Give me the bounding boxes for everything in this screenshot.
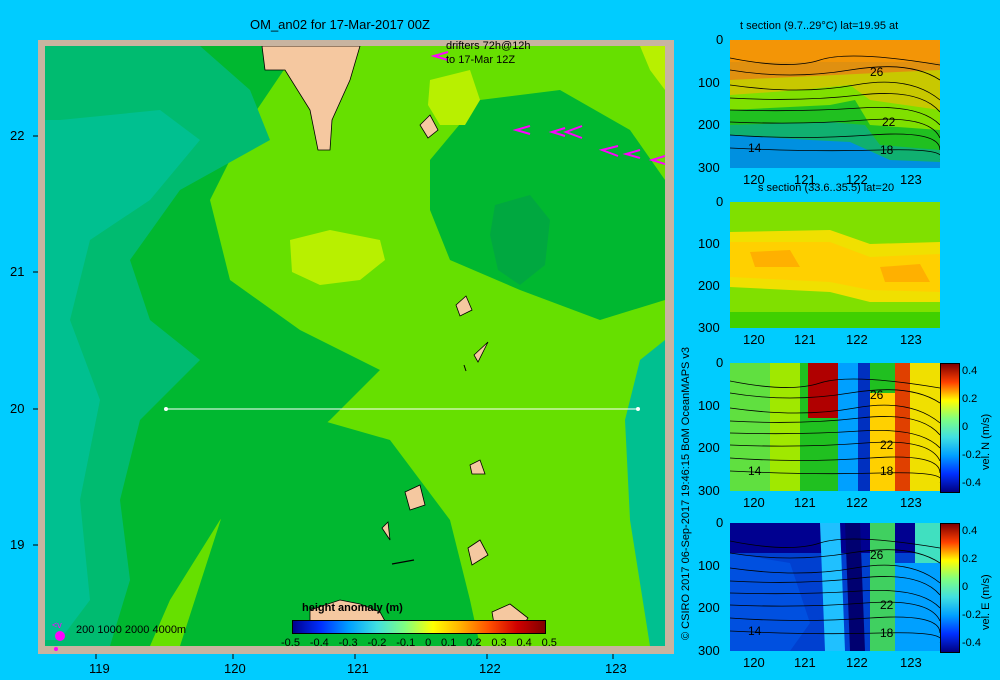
panel1-xtick: 120 — [743, 172, 765, 187]
lat-tick-22: 22 — [10, 128, 25, 143]
credit-text: © CSIRO 2017 06-Sep-2017 19:46:15 BoM Oc… — [680, 346, 692, 640]
depth-legend: 200 1000 2000 4000m — [76, 624, 187, 636]
lat-tick-20: 20 — [10, 401, 25, 416]
panel3-ytick: 300 — [698, 483, 720, 498]
vele-tick: 0 — [962, 581, 969, 593]
panel4-xtick: 122 — [846, 655, 868, 670]
lon-tick-122: 122 — [479, 661, 501, 676]
panel3-contour-22: 22 — [880, 438, 894, 452]
panel2-ytick: 100 — [698, 236, 720, 251]
panel4-ytick: 200 — [698, 600, 720, 616]
vele-tick: -0.4 — [962, 637, 981, 649]
panel2-ytick: 200 — [698, 278, 720, 293]
panel4-xtick: 123 — [900, 655, 922, 670]
panel1-ytick: 300 — [698, 160, 720, 175]
veln-label: vel. N (m/s) — [980, 413, 992, 470]
panel4-ytick: 100 — [698, 557, 720, 573]
vele-colorbar — [940, 523, 960, 653]
vele-tick: 0.4 — [962, 525, 978, 537]
colorbar — [292, 620, 546, 634]
panel1-plot: 26 22 18 14 — [730, 40, 940, 168]
panel1-contour-26: 26 — [870, 65, 884, 79]
panel3-xtick: 123 — [900, 495, 922, 510]
panel1-contour-22: 22 — [882, 115, 896, 129]
panel2-xtick: 121 — [794, 332, 816, 347]
panel3-ytick: 0 — [716, 355, 724, 370]
panel3-contour-26: 26 — [870, 388, 884, 402]
panel2-xtick: 120 — [743, 332, 765, 347]
panel2-xtick: 123 — [900, 332, 922, 347]
panel4-xtick: 121 — [794, 655, 816, 670]
panel3-contour-14: 14 — [748, 464, 762, 478]
panel3-contour-18: 18 — [880, 464, 894, 478]
vele-tick: -0.2 — [962, 609, 981, 621]
panel1-xtick: 121 — [794, 172, 816, 187]
panel3-ytick: 100 — [698, 397, 720, 413]
panel4-contour-26: 26 — [870, 548, 884, 562]
drifters-label-2: to 17-Mar 12Z — [446, 54, 516, 66]
drifters-label-1: drifters 72h@12h — [446, 40, 531, 52]
panel3-ytick: 200 — [698, 440, 720, 456]
lon-tick-123: 123 — [605, 661, 627, 676]
panel1-ytick: 100 — [698, 74, 720, 90]
lat-tick-19: 19 — [10, 537, 25, 552]
veln-tick: 0.4 — [962, 365, 978, 377]
veln-tick: -0.2 — [962, 449, 981, 461]
ssh-field — [45, 46, 665, 646]
lon-tick-120: 120 — [224, 661, 246, 676]
lat-tick-21: 21 — [10, 264, 25, 279]
panel3-xtick: 121 — [794, 495, 816, 510]
lon-tick-119: 119 — [89, 661, 110, 676]
panel4-ytick: 300 — [698, 643, 720, 658]
svg-text:<v: <v — [52, 620, 62, 630]
panel2-ytick: 0 — [716, 194, 724, 209]
panel2-title: s section (33.6..35.5) lat=20 — [758, 182, 895, 194]
colorbar-title: height anomaly (m) — [302, 602, 403, 614]
panel4-plot: 26 22 18 14 — [730, 523, 940, 651]
veln-tick: 0.2 — [962, 393, 978, 405]
panel1-xtick: 122 — [846, 172, 868, 187]
panel1-xtick: 123 — [900, 172, 922, 187]
panel1-title: t section (9.7..29°C) lat=19.95 at — [740, 20, 899, 32]
panel4-contour-14: 14 — [748, 624, 762, 638]
colorbar-ticks: -0.5 -0.4 -0.3 -0.2 -0.1 0 0.1 0.2 0.3 0.4 0.5 — [281, 637, 557, 649]
panel4-ytick: 0 — [716, 515, 724, 530]
veln-colorbar — [940, 363, 960, 493]
vele-label: vel. E (m/s) — [980, 574, 992, 630]
lon-tick-121: 121 — [347, 661, 369, 676]
panel2-plot — [730, 202, 940, 328]
panel4-xtick: 120 — [743, 655, 765, 670]
panel1-contour-14: 14 — [748, 141, 762, 155]
vele-tick: 0.2 — [962, 553, 978, 565]
panel2-ytick: 300 — [698, 320, 720, 335]
panel1-ytick: 0 — [716, 32, 724, 47]
depth-legend-icon: <v — [50, 618, 70, 652]
veln-tick: -0.4 — [962, 477, 981, 489]
map-plot — [33, 40, 674, 659]
panel3-xtick: 120 — [743, 495, 765, 510]
panel3-plot: 26 22 18 14 — [730, 363, 940, 491]
panel4-contour-22: 22 — [880, 598, 894, 612]
panel3-xtick: 122 — [846, 495, 868, 510]
panel4-contour-18: 18 — [880, 626, 894, 640]
panel1-ytick: 200 — [698, 117, 720, 133]
panel2-xtick: 122 — [846, 332, 868, 347]
panel1-contour-18: 18 — [880, 143, 894, 157]
veln-tick: 0 — [962, 421, 969, 433]
